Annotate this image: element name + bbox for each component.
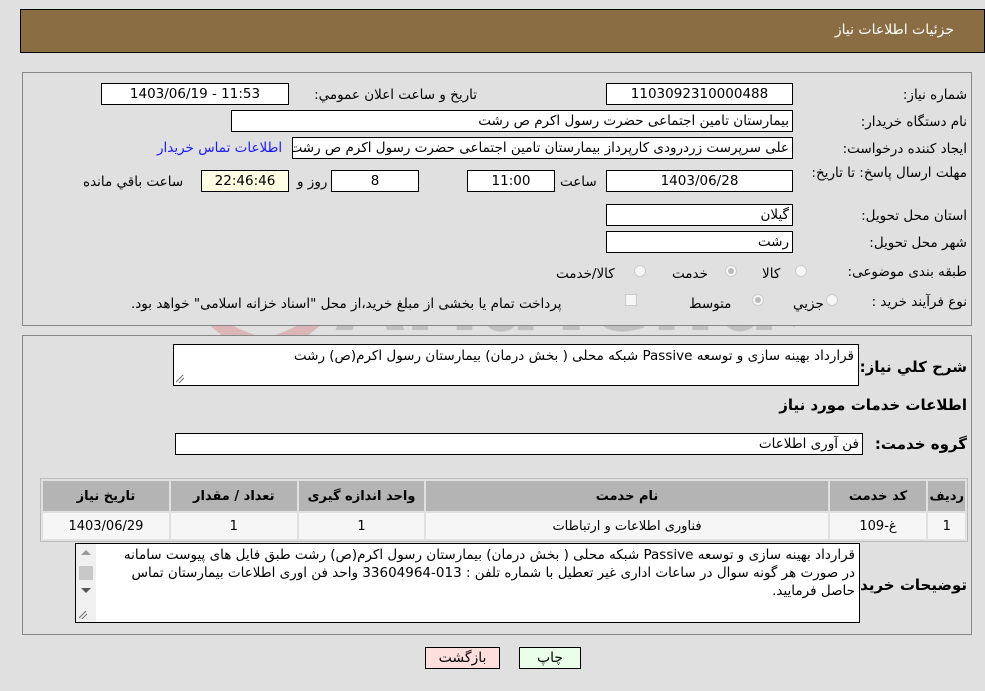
treasury-checkbox[interactable] (625, 294, 637, 306)
description-text: قرارداد بهینه سازی و توسعه Passive شبکه … (293, 348, 854, 364)
buyer-notes-textarea[interactable]: قرارداد بهینه سازی و توسعه Passive شبکه … (75, 543, 860, 623)
city-label: شهر محل تحويل: (869, 235, 967, 251)
description-label: شرح كلي نياز: (859, 358, 967, 376)
notes-resize-handle-icon[interactable] (79, 611, 87, 619)
resize-handle-icon[interactable] (176, 375, 184, 383)
announce-datetime-field: 1403/06/19 - 11:53 (101, 83, 289, 105)
process-option-minor: جزيي (793, 296, 824, 312)
category-label: طبقه بندی موضوعی: (847, 264, 967, 280)
need-number-field: 1103092310000488 (606, 83, 793, 105)
deadline-time-label: ساعت (560, 174, 597, 190)
remaining-time-field: 22:46:46 (201, 170, 289, 192)
province-label: استان محل تحويل: (861, 208, 967, 224)
service-group-label: گروه خدمت: (874, 435, 967, 453)
cell-quantity: 1 (170, 513, 297, 539)
services-table: تاريخ نياز تعداد / مقدار واحد اندازه گير… (40, 478, 968, 542)
cell-row: 1 (928, 513, 965, 539)
deadline-label: مهلت ارسال پاسخ: تا تاريخ: (811, 165, 967, 181)
deadline-time-field: 11:00 (467, 170, 555, 192)
back-button[interactable]: بازگشت (425, 647, 500, 669)
category-option-goods: کالا (762, 266, 781, 282)
cell-unit: 1 (298, 513, 425, 539)
cell-service-code: غ-109 (829, 513, 927, 539)
process-radio-medium[interactable] (752, 294, 764, 306)
category-radio-goods[interactable] (795, 265, 807, 277)
table-row: 1403/06/29 1 1 فناوری اطلاعات و ارتباطات… (43, 513, 965, 539)
buyer-contact-link[interactable]: اطلاعات تماس خريدار (157, 140, 282, 156)
process-option-medium: متوسط (689, 296, 732, 312)
description-textarea[interactable]: قرارداد بهینه سازی و توسعه Passive شبکه … (173, 344, 859, 386)
announce-label: تاريخ و ساعت اعلان عمومي: (314, 87, 477, 103)
category-radio-service[interactable] (725, 265, 737, 277)
category-option-goods-service: کالا/خدمت (556, 266, 615, 282)
city-field: رشت (606, 231, 793, 253)
process-radio-minor[interactable] (826, 294, 838, 306)
buyer-notes-line-1: قرارداد بهینه سازی و توسعه Passive شبکه … (123, 547, 855, 563)
remaining-time-label: ساعت باقي مانده (83, 174, 184, 190)
page-header: جزئيات اطلاعات نياز (20, 9, 985, 53)
need-number-label: شماره نياز: (902, 87, 967, 103)
province-field: گيلان (606, 204, 793, 226)
buyer-org-field: بیمارستان تامین اجتماعی حضرت رسول اکرم ص… (231, 110, 793, 132)
treasury-note: پرداخت تمام يا بخشی از مبلغ خريد،از محل … (131, 296, 562, 312)
col-service-name: نام خدمت (426, 481, 828, 511)
creator-label: ايجاد کننده درخواست: (842, 141, 967, 157)
service-group-field: فن آوری اطلاعات (175, 433, 863, 455)
scroll-thumb[interactable] (79, 566, 93, 580)
scroll-down-icon[interactable] (81, 588, 91, 593)
days-label: روز و (297, 174, 328, 190)
table-header-row: تاريخ نياز تعداد / مقدار واحد اندازه گير… (43, 481, 965, 511)
col-row: رديف (928, 481, 965, 511)
services-heading: اطلاعات خدمات مورد نياز (779, 396, 967, 414)
col-service-code: کد خدمت (829, 481, 927, 511)
creator-field: علی سرپرست زردرودی کارپرداز بیمارستان تا… (292, 137, 793, 159)
buyer-org-label: نام دستگاه خريدار: (860, 114, 967, 130)
scroll-up-icon[interactable] (81, 550, 91, 555)
process-type-label: نوع فرآيند خريد : (871, 294, 967, 310)
category-radio-goods-service[interactable] (634, 265, 646, 277)
print-button[interactable]: چاپ (519, 647, 581, 669)
category-option-service: خدمت (672, 266, 708, 282)
buyer-notes-line-2: در صورت هر گونه سوال در ساعات اداری غیر … (131, 565, 855, 599)
days-remaining-field: 8 (331, 170, 419, 192)
col-quantity: تعداد / مقدار (170, 481, 297, 511)
col-need-date: تاريخ نياز (43, 481, 169, 511)
page-title: جزئيات اطلاعات نياز (834, 22, 954, 38)
cell-service-name: فناوری اطلاعات و ارتباطات (426, 513, 828, 539)
cell-need-date: 1403/06/29 (43, 513, 169, 539)
col-unit: واحد اندازه گيری (298, 481, 425, 511)
deadline-date-field: 1403/06/28 (606, 170, 793, 192)
